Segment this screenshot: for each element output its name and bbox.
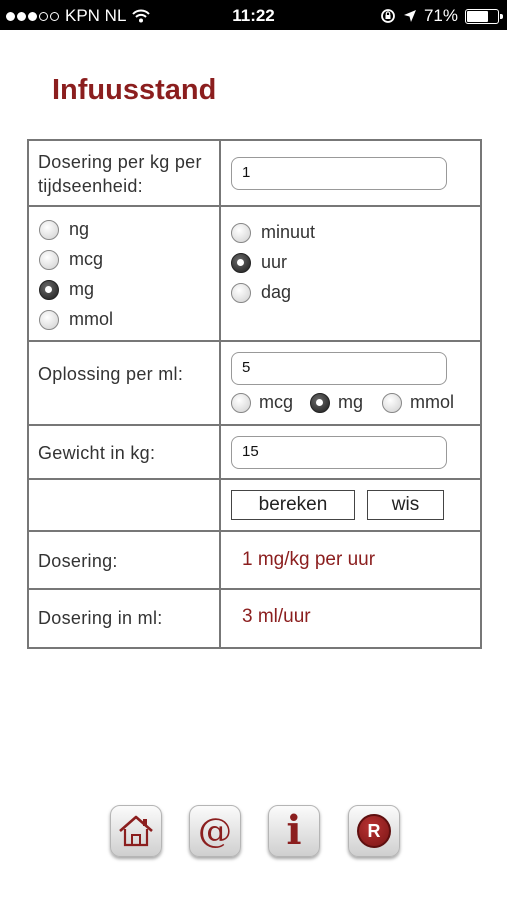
solution-label: Oplossing per ml: [38, 364, 184, 384]
radio-unit-mcg[interactable]: mcg [39, 249, 103, 270]
clear-button[interactable]: wis [367, 490, 444, 520]
radio-time-minuut[interactable]: minuut [231, 222, 315, 243]
status-bar: KPN NL 11:22 71% [0, 0, 507, 30]
radio-solution-mg[interactable]: mg [310, 392, 363, 413]
dosage-row: Dosering: 1 mg/kg per uur [29, 532, 480, 590]
wifi-icon [132, 9, 151, 23]
status-right: 71% [380, 6, 503, 26]
weight-label-cell: Gewicht in kg: [29, 426, 221, 478]
home-button[interactable] [110, 805, 162, 857]
radio-circle [231, 222, 251, 243]
radio-label: mg [69, 279, 95, 299]
actions-row: bereken wis [29, 480, 480, 532]
radio-circle [39, 309, 59, 330]
actions-cell: bereken wis [221, 480, 480, 530]
home-icon [119, 815, 153, 847]
dosage-label: Dosering: [38, 551, 118, 571]
battery-icon [465, 8, 503, 24]
dosage-ml-row: Dosering in ml: 3 ml/uur [29, 590, 480, 647]
radio-time-uur[interactable]: uur [231, 252, 287, 273]
registered-letter: R [367, 820, 381, 841]
radio-unit-mg[interactable]: mg [39, 279, 94, 300]
radio-label: mcg [69, 249, 104, 269]
weight-label: Gewicht in kg: [38, 443, 156, 463]
radio-circle-selected [39, 279, 59, 300]
radio-label: dag [261, 282, 292, 302]
unit-row: ng mcg mg mmol minuut uur dag [29, 207, 480, 342]
at-icon: @ [198, 811, 232, 851]
radio-label: mg [338, 392, 364, 412]
contact-button[interactable]: @ [189, 805, 241, 857]
infusion-form: Dosering per kg per tijdseenheid: 1 ng m… [27, 139, 482, 649]
dose-input-cell: 1 [221, 141, 480, 205]
radio-label: mcg [259, 392, 294, 412]
dosage-ml-label: Dosering in ml: [38, 608, 163, 628]
radio-circle [382, 392, 402, 413]
calculate-button[interactable]: bereken [231, 490, 355, 520]
radio-time-dag[interactable]: dag [231, 282, 291, 303]
radio-label: mmol [69, 309, 113, 329]
solution-row: Oplossing per ml: 5 mcg mg mmol [29, 342, 480, 426]
info-icon: i [286, 807, 302, 854]
dose-input[interactable]: 1 [231, 157, 447, 190]
radio-label: minuut [261, 222, 316, 242]
dosage-ml-result-cell: 3 ml/uur [221, 590, 480, 647]
radio-label: mmol [410, 392, 454, 412]
status-left: KPN NL [6, 6, 151, 26]
radio-circle [231, 282, 251, 303]
radio-circle-selected [231, 252, 251, 273]
dosage-result: 1 mg/kg per uur [242, 549, 376, 570]
radio-unit-ng[interactable]: ng [39, 219, 89, 240]
dosage-label-cell: Dosering: [29, 532, 221, 588]
dose-label: Dosering per kg per tijdseenheid: [38, 152, 202, 196]
radio-circle-selected [310, 392, 330, 413]
radio-circle [231, 392, 251, 413]
solution-label-cell: Oplossing per ml: [29, 342, 221, 424]
solution-input-cell: 5 mcg mg mmol [221, 342, 480, 424]
rotation-lock-icon [381, 9, 395, 23]
page-title: Infuusstand [52, 74, 217, 106]
actions-empty-cell [29, 480, 221, 530]
signal-icon [6, 11, 59, 21]
weight-row: Gewicht in kg: 15 [29, 426, 480, 480]
dose-row: Dosering per kg per tijdseenheid: 1 [29, 141, 480, 207]
time-options-cell: minuut uur dag [221, 207, 480, 340]
solution-input[interactable]: 5 [231, 352, 447, 385]
radio-circle [39, 219, 59, 240]
radio-circle [39, 249, 59, 270]
dose-label-cell: Dosering per kg per tijdseenheid: [29, 141, 221, 205]
battery-percent: 71% [423, 6, 458, 25]
radio-label: uur [261, 252, 288, 272]
radio-solution-mcg[interactable]: mcg [231, 392, 293, 413]
location-icon [403, 10, 416, 22]
unit-options-cell: ng mcg mg mmol [29, 207, 221, 340]
weight-input[interactable]: 15 [231, 436, 447, 469]
weight-input-cell: 15 [221, 426, 480, 478]
carrier-name: KPN NL [65, 6, 127, 25]
radio-solution-mmol[interactable]: mmol [382, 392, 454, 413]
registered-icon: R [357, 814, 391, 848]
registered-button[interactable]: R [348, 805, 400, 857]
dosage-ml-result: 3 ml/uur [242, 606, 311, 627]
dosage-ml-label-cell: Dosering in ml: [29, 590, 221, 647]
radio-unit-mmol[interactable]: mmol [39, 309, 113, 330]
info-button[interactable]: i [268, 805, 320, 857]
radio-label: ng [69, 219, 90, 239]
dosage-result-cell: 1 mg/kg per uur [221, 532, 480, 588]
